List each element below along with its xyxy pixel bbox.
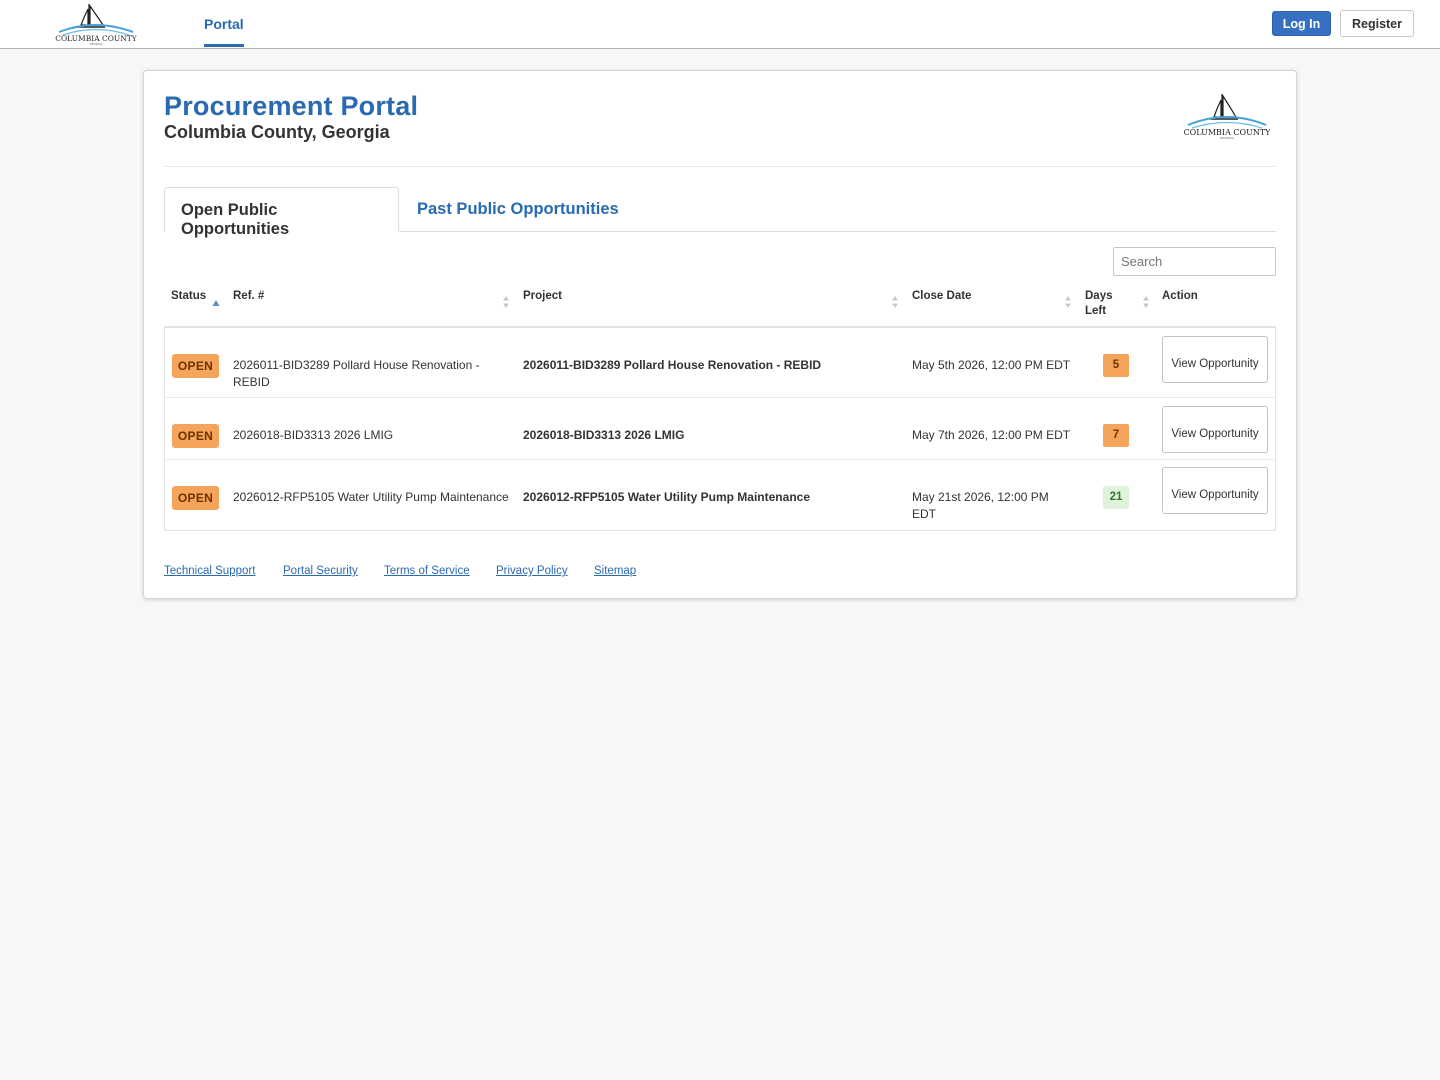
svg-text:GEORGIA: GEORGIA xyxy=(1220,136,1235,140)
register-button[interactable]: Register xyxy=(1340,10,1414,37)
column-header-status[interactable]: Status xyxy=(171,289,206,304)
status-badge: OPEN xyxy=(172,354,219,378)
close-date: May 5th 2026, 12:00 PM EDT xyxy=(912,358,1071,372)
column-header-label: Project xyxy=(523,290,562,302)
page-subtitle: Columbia County, Georgia xyxy=(164,122,390,142)
procurement-card: Procurement Portal Columbia County, Geor… xyxy=(143,70,1297,599)
column-header-days-left[interactable]: Days Left xyxy=(1085,289,1121,319)
ref-number: 2026018-BID3313 2026 LMIG xyxy=(233,428,394,442)
page-title: Procurement Portal xyxy=(164,91,419,121)
active-tab-indicator xyxy=(204,44,244,47)
ref-number: 2026012-RFP5105 Water Utility Pump Maint… xyxy=(233,490,509,504)
tab-past-opportunities[interactable]: Past Public Opportunities xyxy=(401,187,635,232)
ref-number: 2026011-BID3289 Pollard House Renovation… xyxy=(233,358,480,389)
tab-open-opportunities[interactable]: Open Public Opportunities xyxy=(164,187,399,238)
terms-of-service-link[interactable]: Terms of Service xyxy=(384,565,470,577)
table-row: OPEN 2026018-BID3313 2026 LMIG 2026018-B… xyxy=(165,398,1275,460)
table-header: Status Ref. # Project Close Date Days Le… xyxy=(164,283,1276,328)
column-header-label: Action xyxy=(1162,290,1198,302)
sort-icon[interactable] xyxy=(502,295,510,309)
days-left-badge: 21 xyxy=(1103,486,1129,509)
search-input[interactable] xyxy=(1113,247,1276,276)
column-header-label: Close Date xyxy=(912,290,972,302)
column-header-label: Ref. # xyxy=(233,290,265,302)
opportunity-tabs: Open Public Opportunities Past Public Op… xyxy=(164,187,1276,238)
view-opportunity-button[interactable]: View Opportunity xyxy=(1162,336,1268,383)
svg-text:GEORGIA: GEORGIA xyxy=(90,42,103,46)
opportunities-table-body: OPEN 2026011-BID3289 Pollard House Renov… xyxy=(164,328,1276,531)
technical-support-link[interactable]: Technical Support xyxy=(164,565,255,577)
view-opportunity-button[interactable]: View Opportunity xyxy=(1162,467,1268,514)
column-header-label: Days Left xyxy=(1085,290,1113,317)
days-left-badge: 7 xyxy=(1103,424,1129,447)
status-badge: OPEN xyxy=(172,424,219,448)
view-opportunity-button[interactable]: View Opportunity xyxy=(1162,406,1268,453)
columbia-county-logo[interactable]: COLUMBIA COUNTY GEORGIA xyxy=(55,0,137,46)
status-badge: OPEN xyxy=(172,486,219,510)
column-header-project[interactable]: Project xyxy=(523,289,562,304)
top-navbar: COLUMBIA COUNTY GEORGIA Portal Log In Re… xyxy=(0,0,1440,49)
project-name: 2026011-BID3289 Pollard House Renovation… xyxy=(523,358,822,372)
sort-icon[interactable] xyxy=(1064,295,1072,309)
days-left-badge: 5 xyxy=(1103,354,1129,377)
sitemap-link[interactable]: Sitemap xyxy=(594,565,636,577)
column-header-ref[interactable]: Ref. # xyxy=(233,289,264,304)
project-name: 2026018-BID3313 2026 LMIG xyxy=(523,428,685,442)
portal-security-link[interactable]: Portal Security xyxy=(283,565,358,577)
project-name: 2026012-RFP5105 Water Utility Pump Maint… xyxy=(523,490,810,504)
column-header-action: Action xyxy=(1162,289,1198,304)
close-date: May 7th 2026, 12:00 PM EDT xyxy=(912,428,1071,442)
header-divider xyxy=(164,166,1276,167)
table-row: OPEN 2026012-RFP5105 Water Utility Pump … xyxy=(165,460,1275,531)
column-header-label: Status xyxy=(171,290,207,302)
privacy-policy-link[interactable]: Privacy Policy xyxy=(496,565,568,577)
table-row: OPEN 2026011-BID3289 Pollard House Renov… xyxy=(165,328,1275,398)
sort-icon[interactable] xyxy=(1142,295,1150,309)
login-button[interactable]: Log In xyxy=(1272,11,1331,36)
column-header-close-date[interactable]: Close Date xyxy=(912,289,971,304)
sort-icon[interactable] xyxy=(891,295,899,309)
close-date: May 21st 2026, 12:00 PM EDT xyxy=(912,490,1049,521)
nav-tab-portal[interactable]: Portal xyxy=(204,0,244,48)
sort-ascending-icon[interactable] xyxy=(212,296,220,310)
columbia-county-logo-large: COLUMBIA COUNTY GEORGIA xyxy=(1184,93,1270,140)
